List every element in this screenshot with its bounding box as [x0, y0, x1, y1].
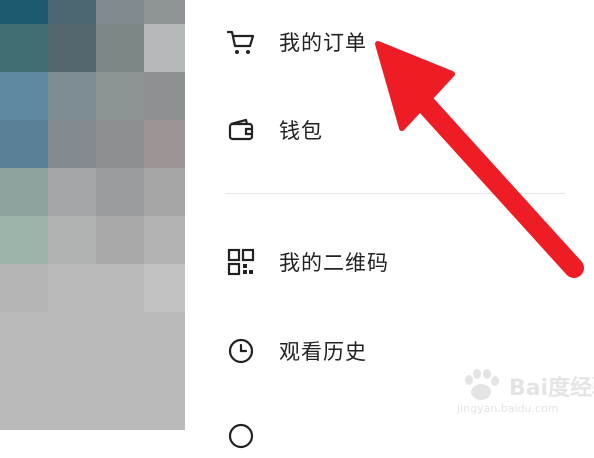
mosaic-tile — [0, 120, 48, 168]
mosaic-tile — [96, 24, 144, 72]
blurred-background-content — [0, 0, 185, 430]
menu-item-my-orders[interactable]: 我的订单 — [225, 20, 367, 64]
mosaic-tile — [0, 168, 48, 216]
menu-item-partial[interactable] — [225, 414, 279, 458]
mosaic-tile — [0, 216, 48, 264]
menu-item-label: 我的订单 — [279, 31, 367, 55]
qr-code-icon — [225, 246, 257, 278]
mosaic-tile — [96, 216, 144, 264]
cart-icon — [225, 26, 257, 58]
menu-item-label: 钱包 — [279, 119, 323, 143]
mosaic-tile — [0, 264, 48, 312]
baidu-jingyan-watermark: Bai度经验 jingyan.baidu.com — [455, 368, 594, 418]
mosaic-tile — [144, 264, 185, 312]
watermark-url: jingyan.baidu.com — [457, 402, 559, 415]
baidu-paw-logo-icon — [465, 369, 499, 400]
mosaic-tile — [48, 120, 96, 168]
mosaic-tile — [48, 216, 96, 264]
watermark-brand: Bai度经验 — [509, 376, 594, 401]
mosaic-tile — [48, 168, 96, 216]
mosaic-tile — [48, 24, 96, 72]
mosaic-tile — [96, 168, 144, 216]
mosaic-tile — [0, 72, 48, 120]
clock-icon — [225, 335, 257, 367]
side-drawer-menu: 我的订单 钱包 我的二维码 观看历史 — [185, 0, 594, 449]
mosaic-tile — [144, 72, 185, 120]
menu-item-wallet[interactable]: 钱包 — [225, 108, 323, 152]
menu-item-label: 观看历史 — [279, 340, 367, 364]
menu-item-label: 我的二维码 — [279, 251, 389, 275]
mosaic-tile — [96, 72, 144, 120]
wallet-icon — [225, 114, 257, 146]
settings-icon — [225, 420, 257, 452]
mosaic-tile — [0, 24, 48, 72]
menu-divider — [225, 193, 565, 194]
menu-item-watch-history[interactable]: 观看历史 — [225, 329, 367, 373]
mosaic-tile — [144, 168, 185, 216]
mosaic-tile — [144, 216, 185, 264]
menu-item-my-qr-code[interactable]: 我的二维码 — [225, 240, 389, 284]
mosaic-tile — [144, 24, 185, 72]
mosaic-tile — [96, 120, 144, 168]
mosaic-tile — [144, 120, 185, 168]
mosaic-tile — [48, 72, 96, 120]
